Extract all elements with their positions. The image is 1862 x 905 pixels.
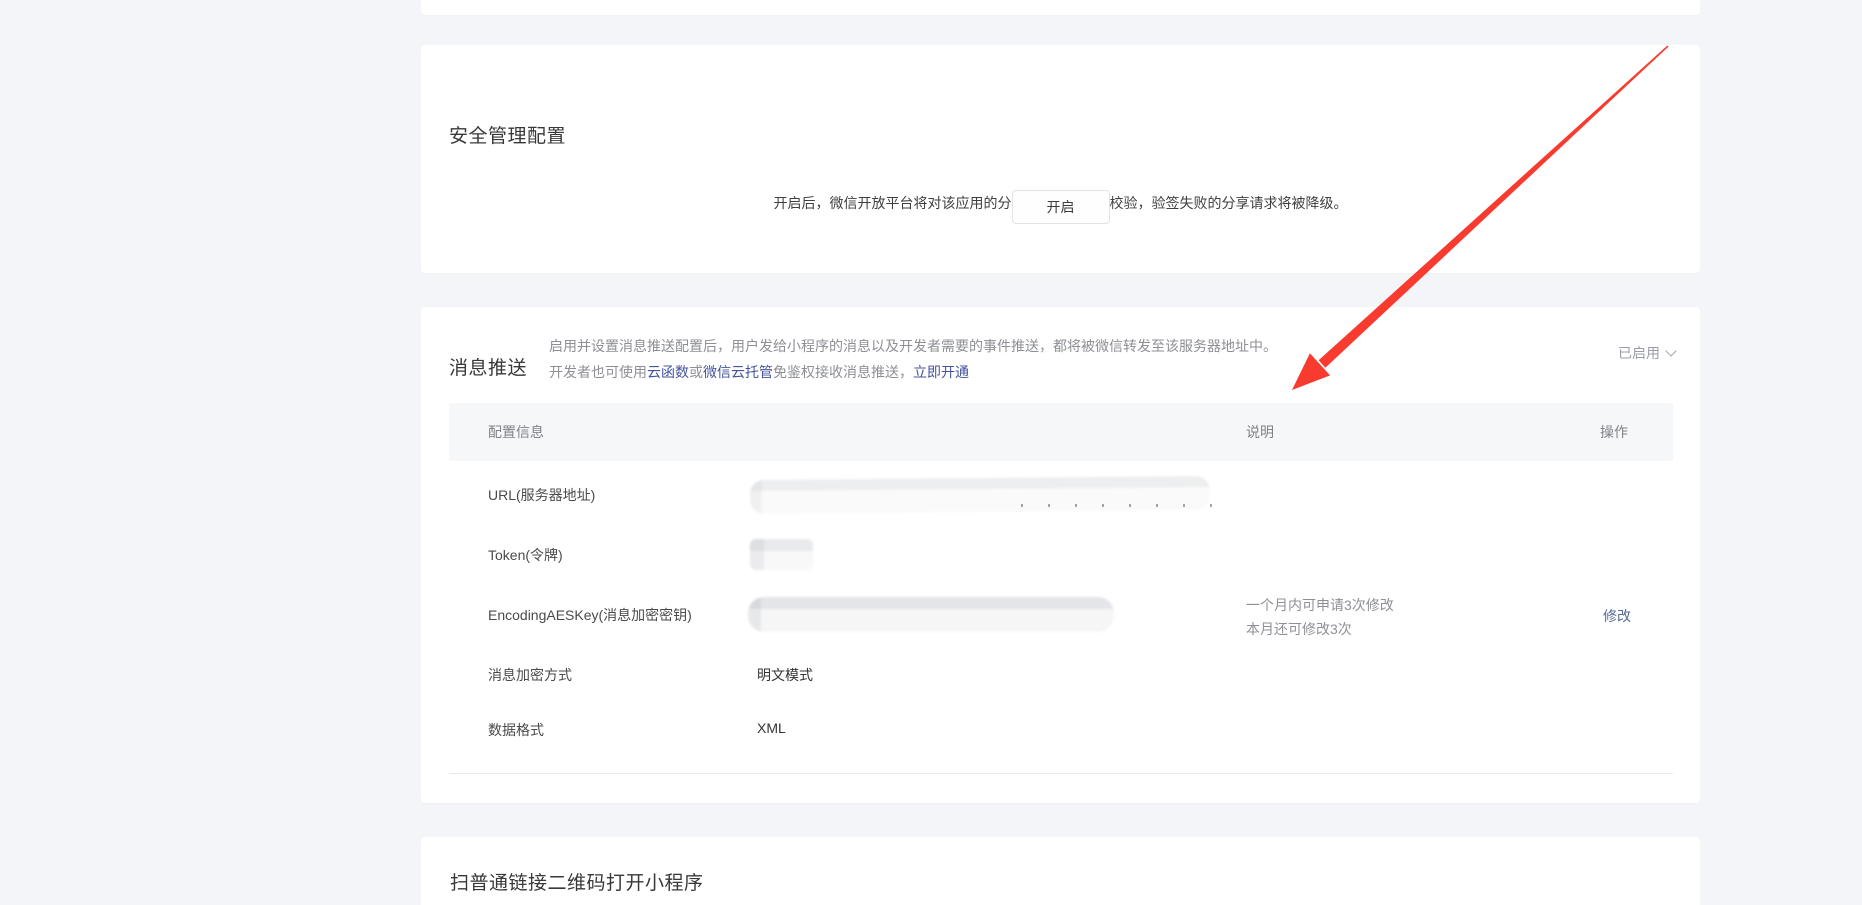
redacted-url-text-remnant: [1021, 504, 1235, 507]
activate-now-link[interactable]: 立即开通: [913, 364, 969, 380]
security-config-card: 安全管理配置 开启后，微信开放平台将对该应用的分享请求进行签名校验，验签失败的分…: [421, 45, 1700, 273]
row-value-encrypt-mode: 明文模式: [757, 665, 813, 685]
table-header-row: 配置信息 说明 操作: [449, 403, 1673, 461]
modify-link[interactable]: 修改: [1603, 606, 1631, 626]
redacted-token-value: [750, 539, 813, 570]
message-push-description-line1: 启用并设置消息推送配置后，用户发给小程序的消息以及开发者需要的事件推送，都将被微…: [549, 336, 1277, 356]
header-action: 操作: [1600, 403, 1628, 461]
desc-line2-or: 或: [689, 364, 703, 380]
status-dropdown[interactable]: 已启用: [1618, 343, 1675, 363]
cloud-hosting-link[interactable]: 微信云托管: [703, 364, 773, 380]
cloud-function-link[interactable]: 云函数: [647, 364, 689, 380]
redacted-aeskey-value: [748, 597, 1114, 632]
desc-line2-suffix: 免鉴权接收消息推送，: [773, 364, 913, 380]
status-label: 已启用: [1618, 345, 1660, 361]
desc-line2-prefix: 开发者也可使用: [549, 364, 647, 380]
qr-link-card-title: 扫普通链接二维码打开小程序: [450, 868, 704, 895]
row-label-data-format: 数据格式: [488, 720, 544, 740]
row-value-data-format: XML: [757, 720, 786, 736]
aeskey-note-line2: 本月还可修改3次: [1246, 619, 1352, 639]
row-label-url: URL(服务器地址): [488, 485, 595, 505]
header-config-info: 配置信息: [488, 403, 544, 461]
enable-button[interactable]: 开启: [1012, 190, 1110, 224]
message-push-card: 消息推送 启用并设置消息推送配置后，用户发给小程序的消息以及开发者需要的事件推送…: [421, 307, 1700, 803]
row-label-token: Token(令牌): [488, 545, 563, 565]
qr-link-card: 扫普通链接二维码打开小程序: [421, 837, 1700, 905]
settings-page: 安全管理配置 开启后，微信开放平台将对该应用的分享请求进行签名校验，验签失败的分…: [0, 0, 1862, 905]
row-label-aeskey: EncodingAESKey(消息加密密钥): [488, 605, 692, 625]
row-label-encrypt-mode: 消息加密方式: [488, 665, 572, 685]
previous-card-bottom: [421, 0, 1700, 15]
chevron-down-icon: [1665, 345, 1676, 356]
table-bottom-divider: [449, 773, 1673, 774]
header-note: 说明: [1246, 403, 1274, 461]
aeskey-note-line1: 一个月内可申请3次修改: [1246, 595, 1394, 615]
redacted-url-value: [750, 476, 1210, 514]
message-push-description-line2: 开发者也可使用云函数或微信云托管免鉴权接收消息推送，立即开通: [549, 362, 969, 382]
message-push-title: 消息推送: [449, 353, 527, 380]
security-config-title: 安全管理配置: [449, 121, 566, 148]
